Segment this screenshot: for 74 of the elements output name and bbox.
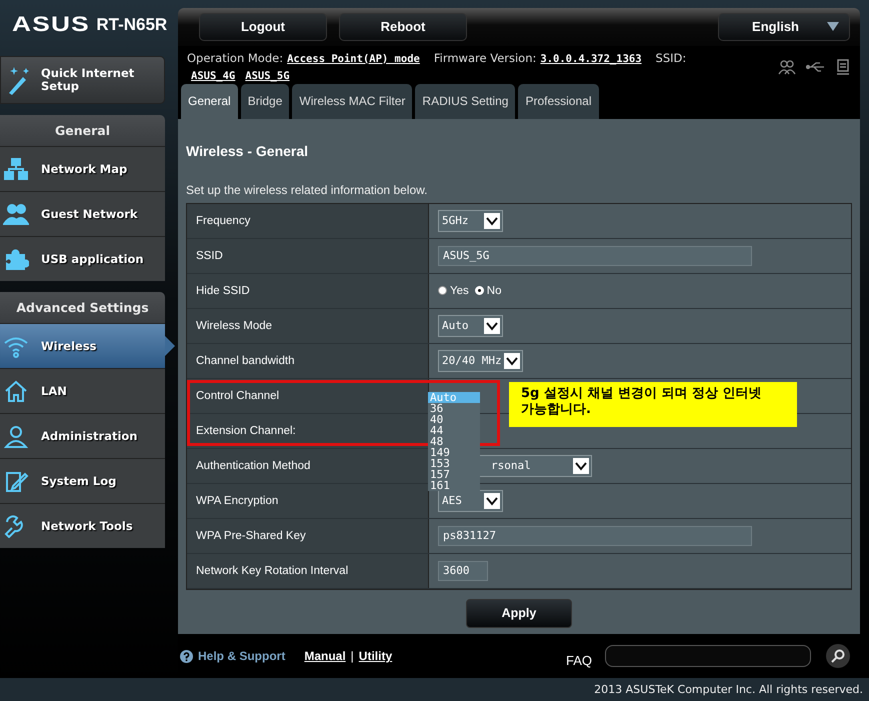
info-label: SSID: <box>656 50 686 65</box>
usb-icon[interactable] <box>806 60 826 73</box>
select-field[interactable]: 5GHz <box>438 210 503 232</box>
dropdown-arrow-icon <box>827 22 839 32</box>
panel-title: Wireless - General <box>186 142 310 159</box>
radio-option[interactable]: Yes <box>438 284 469 297</box>
language-dropdown[interactable]: English <box>718 12 850 41</box>
setting-label: Channel bandwidth <box>187 344 429 378</box>
setting-label: WPA Encryption <box>187 484 429 518</box>
sidebar-item[interactable]: USB application <box>0 236 165 281</box>
setting-label: Network Key Rotation Interval <box>187 554 429 588</box>
house-icon <box>3 379 29 403</box>
info-label: Operation Mode: <box>187 50 284 65</box>
dropdown-option[interactable]: 44 <box>428 424 480 436</box>
faq-search-field[interactable] <box>605 645 811 668</box>
section-heading: General <box>0 115 165 146</box>
tab[interactable]: RADIUS Setting <box>415 84 516 119</box>
info-label: Firmware Version: <box>434 50 536 65</box>
dropdown-option[interactable]: 36 <box>428 402 480 414</box>
tab[interactable]: Bridge <box>240 84 290 119</box>
dropdown-option[interactable]: 48 <box>428 436 480 447</box>
sidebar-item[interactable]: Administration <box>0 413 165 458</box>
annotation-note: 5g 설정시 채널 변경이 되며 정상 인터넷 가능합니다. <box>509 382 797 427</box>
header-button[interactable]: Logout <box>199 12 327 41</box>
pen-document-icon <box>3 469 29 493</box>
setting-label: Frequency <box>187 204 429 238</box>
tab[interactable]: General <box>181 84 238 119</box>
section-heading: Advanced Settings <box>0 292 165 323</box>
sidebar-item[interactable]: Network Map <box>0 146 165 191</box>
header-button[interactable]: Reboot <box>339 12 467 41</box>
setting-label: SSID <box>187 238 429 273</box>
text-field[interactable]: 3600 <box>438 560 488 581</box>
person-icon <box>3 424 29 448</box>
people-icon <box>3 202 29 226</box>
model-name: RT-N65R <box>96 15 168 35</box>
select-field[interactable]: AES <box>438 490 503 512</box>
text-field[interactable]: ASUS_5G <box>438 246 752 266</box>
setting-label: WPA Pre-Shared Key <box>187 518 429 553</box>
printer-icon[interactable] <box>836 58 850 75</box>
link-separator: | <box>350 649 354 664</box>
tab[interactable]: Professional <box>518 84 598 119</box>
footer-link[interactable]: Manual <box>304 649 346 664</box>
faq-label: FAQ <box>566 652 592 668</box>
sidebar-item[interactable]: LAN <box>0 368 165 413</box>
footer-link[interactable]: Utility <box>358 649 392 664</box>
firmware-link[interactable]: 3.0.0.4.372_1363 <box>540 52 642 65</box>
select-field[interactable]: Auto <box>438 314 503 337</box>
apply-button[interactable]: Apply <box>466 598 572 628</box>
selection-pointer-icon <box>165 336 175 356</box>
clients-icon[interactable] <box>778 58 796 75</box>
tab[interactable]: Wireless MAC Filter <box>292 84 412 119</box>
network-map-icon <box>3 157 29 181</box>
dropdown-option[interactable]: 161 <box>428 480 480 491</box>
quick-setup-item[interactable]: Quick Internet Setup <box>0 56 165 104</box>
puzzle-icon <box>3 247 29 271</box>
select-field[interactable]: 20/40 MHz <box>438 350 523 372</box>
panel-description: Set up the wireless related information below. <box>186 182 428 197</box>
search-icon <box>831 649 845 664</box>
sidebar-item[interactable]: Guest Network <box>0 191 165 236</box>
operation-mode-link[interactable]: Access Point(AP) mode <box>287 52 420 65</box>
ssid-link[interactable]: ASUS_4G <box>191 70 236 82</box>
text-field[interactable]: ps831127 <box>438 526 752 546</box>
dropdown-option[interactable]: 40 <box>428 414 480 425</box>
ssid-link[interactable]: ASUS_5G <box>245 70 290 82</box>
help-support-link[interactable]: Help & Support <box>198 649 286 664</box>
sidebar-item[interactable]: System Log <box>0 458 165 503</box>
setting-label: Authentication Method <box>187 448 429 483</box>
copyright-text: 2013 ASUSTeK Computer Inc. All rights reserved. <box>0 678 869 701</box>
setting-label: Wireless Mode <box>187 308 429 343</box>
radio-option[interactable]: No <box>474 284 502 297</box>
sidebar-item[interactable]: Network Tools <box>0 503 165 548</box>
brand-logo: ASUS <box>12 13 90 37</box>
setting-label: Hide SSID <box>187 274 429 308</box>
search-button[interactable] <box>826 644 850 668</box>
